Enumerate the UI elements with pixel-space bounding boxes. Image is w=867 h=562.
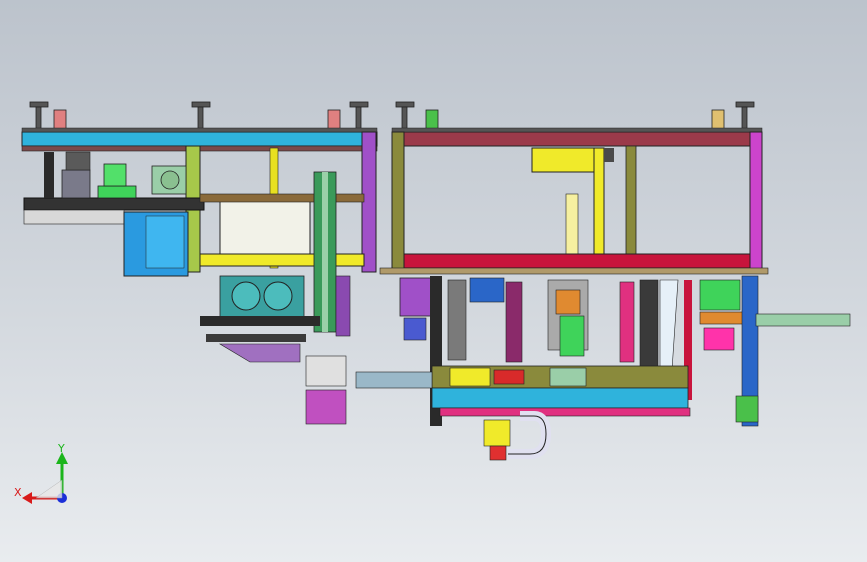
- x-axis-label: X: [14, 486, 22, 499]
- left-white-panel: [219, 199, 311, 257]
- leveling-feet-right: [395, 101, 755, 131]
- left-top-rail: [21, 131, 378, 147]
- left-conveyor: [23, 197, 205, 211]
- cad-viewport[interactable]: Y X: [0, 0, 867, 562]
- left-module: [21, 101, 378, 425]
- right-lower-rail: [403, 253, 751, 269]
- leveling-feet-left: [29, 101, 369, 131]
- coordinate-triad: Y X: [14, 442, 68, 504]
- cad-model-view[interactable]: Y X: [0, 0, 867, 562]
- right-top-rail: [391, 131, 763, 147]
- y-axis-label: Y: [57, 442, 65, 455]
- right-module: [355, 101, 851, 461]
- u-hose: [508, 411, 552, 459]
- yellow-bracket: [531, 147, 605, 173]
